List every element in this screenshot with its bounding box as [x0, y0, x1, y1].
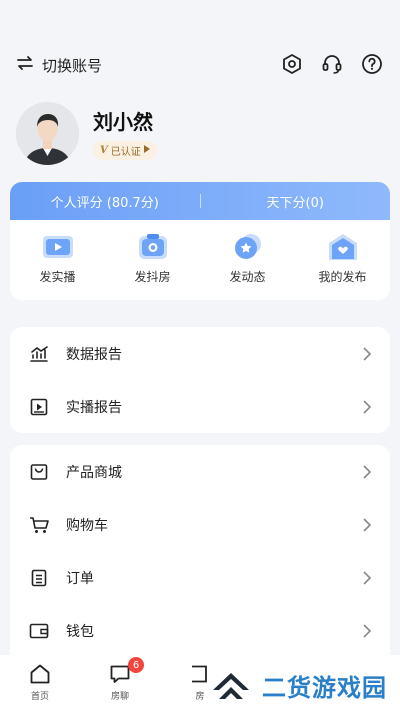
menu-item-data-report[interactable]: 数据报告 — [10, 327, 390, 380]
help-icon[interactable] — [360, 52, 384, 76]
watermark-text: 二货游戏园 — [262, 673, 387, 702]
action-short-video[interactable]: 发抖房 — [105, 232, 200, 285]
play-arrow-icon — [143, 145, 150, 156]
action-label: 发动态 — [229, 270, 266, 284]
shopping-bag-icon — [28, 461, 50, 483]
chevron-right-icon — [363, 399, 372, 414]
play-report-icon — [28, 396, 50, 418]
menu-item-product-mall[interactable]: 产品商城 — [10, 445, 390, 498]
verified-badge[interactable]: V 已认证 — [93, 141, 157, 160]
menu-label: 购物车 — [66, 517, 108, 534]
tab-label: 首页 — [30, 692, 49, 702]
menu-item-orders[interactable]: 订单 — [10, 551, 390, 604]
customer-service-icon[interactable] — [320, 52, 344, 76]
menu-label: 实播报告 — [66, 399, 122, 416]
chevron-right-icon — [363, 570, 372, 585]
chevron-right-icon — [363, 464, 372, 479]
menu-item-wallet[interactable]: 钱包 — [10, 604, 390, 657]
chart-icon — [28, 343, 50, 365]
top-bar: 切换账号 — [0, 0, 400, 100]
camera-icon — [138, 234, 167, 259]
shop-card: 产品商城 购物车 订单 钱包 — [10, 445, 390, 663]
avatar[interactable] — [16, 101, 79, 165]
action-live-post[interactable]: 发实播 — [10, 232, 105, 285]
home-icon — [30, 664, 50, 684]
tab-label: 房聊 — [110, 692, 129, 702]
watermark-logo-icon — [213, 673, 249, 699]
wallet-icon — [28, 620, 50, 642]
live-video-icon — [42, 236, 73, 258]
world-score[interactable]: 天下分(0) — [201, 192, 391, 211]
personal-score[interactable]: 个人评分 (80.7分) — [10, 192, 200, 211]
verified-label: 已认证 — [110, 147, 141, 158]
action-label: 发抖房 — [134, 270, 171, 284]
chevron-right-icon — [363, 623, 372, 638]
unread-badge: 6 — [128, 657, 144, 673]
menu-label: 钱包 — [66, 623, 94, 640]
switch-account-button[interactable]: 切换账号 — [16, 54, 102, 76]
tab-chat[interactable]: 6 房聊 — [80, 655, 160, 711]
switch-account-label: 切换账号 — [42, 56, 103, 75]
watermark: 二货游戏园 — [210, 662, 387, 708]
tab-home[interactable]: 首页 — [0, 655, 80, 711]
tab-label: 房 — [195, 692, 205, 702]
menu-label: 产品商城 — [66, 464, 122, 481]
menu-item-live-report[interactable]: 实播报告 — [10, 380, 390, 433]
chevron-right-icon — [363, 346, 372, 361]
cart-icon — [28, 514, 50, 536]
menu-label: 数据报告 — [66, 346, 122, 363]
menu-label: 订单 — [66, 570, 94, 587]
score-bar: 个人评分 (80.7分) 天下分(0) — [10, 182, 390, 220]
user-name: 刘小然 — [93, 110, 153, 134]
swap-icon — [16, 55, 34, 75]
settings-icon[interactable] — [280, 52, 304, 76]
quick-actions-card: 个人评分 (80.7分) 天下分(0) 发实播 发抖房 发动态 我的发布 — [10, 182, 390, 300]
action-post-moment[interactable]: 发动态 — [200, 232, 295, 285]
chevron-right-icon — [363, 517, 372, 532]
action-label: 我的发布 — [318, 270, 367, 284]
order-icon — [28, 567, 50, 589]
menu-item-cart[interactable]: 购物车 — [10, 498, 390, 551]
star-bubble-icon — [234, 234, 261, 259]
reports-card: 数据报告 实播报告 — [10, 327, 390, 433]
action-label: 发实播 — [39, 270, 76, 284]
action-my-posts[interactable]: 我的发布 — [295, 232, 390, 285]
house-tab-icon — [192, 665, 207, 683]
v-badge-icon: V — [100, 145, 108, 156]
profile-section[interactable]: 刘小然 V 已认证 — [16, 101, 157, 165]
heart-house-icon — [328, 234, 357, 260]
